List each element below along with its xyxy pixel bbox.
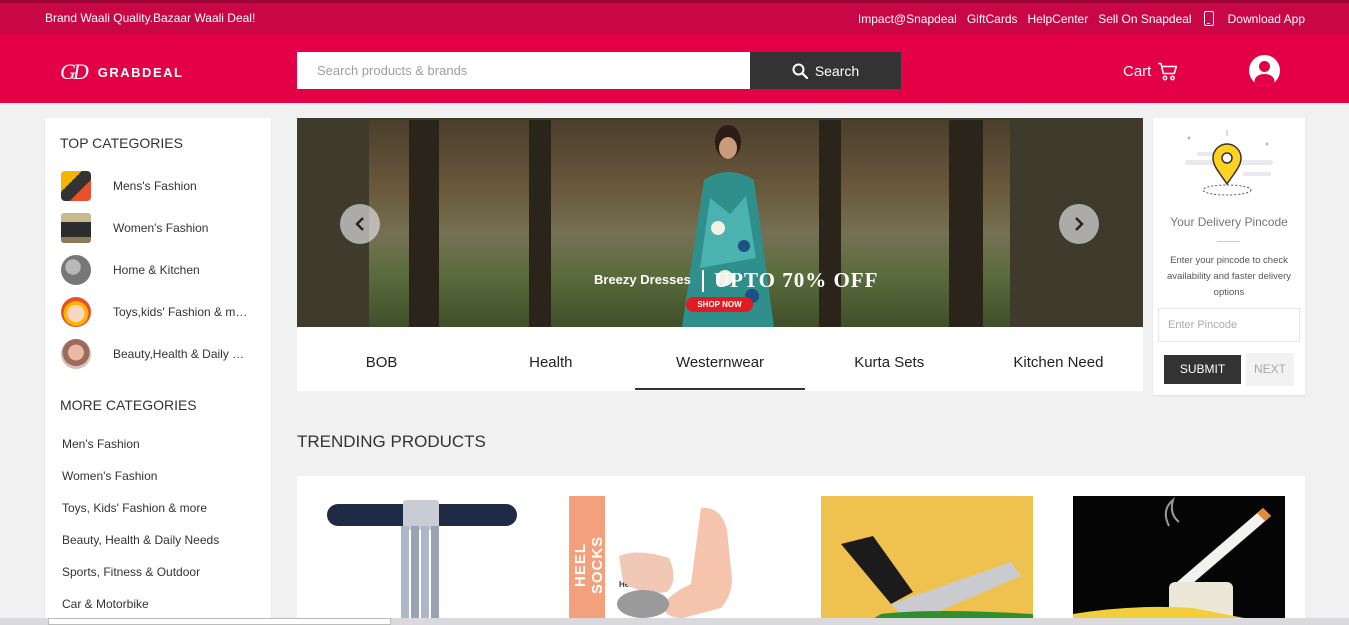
mobile-phone-icon bbox=[1203, 11, 1214, 26]
pincode-title: Your Delivery Pincode bbox=[1170, 215, 1288, 229]
more-category-item[interactable]: Women's Fashion bbox=[62, 469, 157, 483]
category-label: Toys,kids' Fashion & more bbox=[113, 305, 248, 319]
tab-bob[interactable]: BOB bbox=[297, 327, 466, 391]
product-image bbox=[1073, 496, 1285, 625]
category-tabs: BOB Health Westernwear Kurta Sets Kitche… bbox=[297, 327, 1143, 391]
more-category-item[interactable]: Toys, Kids' Fashion & more bbox=[62, 501, 207, 515]
chevron-right-icon bbox=[1075, 217, 1084, 231]
logo-text: GRABDEAL bbox=[97, 64, 184, 80]
mens-fashion-thumb bbox=[61, 171, 91, 201]
foot-sock-shape bbox=[617, 507, 732, 618]
category-beauty-health[interactable]: Beauty,Health & Daily Needs bbox=[61, 339, 261, 369]
product-card-kitchen-knife[interactable] bbox=[821, 496, 1033, 625]
top-links: Impact@Snapdeal GiftCards HelpCenter Sel… bbox=[858, 11, 1305, 26]
more-category-item[interactable]: Beauty, Health & Daily Needs bbox=[62, 533, 219, 547]
top-categories-heading: TOP CATEGORIES bbox=[60, 135, 183, 151]
logo-mark: GD bbox=[60, 59, 89, 84]
banner-divider bbox=[702, 270, 704, 292]
pillar-shape bbox=[409, 120, 439, 327]
tab-kitchen-need[interactable]: Kitchen Need bbox=[974, 327, 1143, 391]
horizontal-scrollbar[interactable] bbox=[0, 618, 1349, 625]
category-label: Mens's Fashion bbox=[113, 179, 197, 193]
heel-socks-side-banner: HEEL SOCKS bbox=[569, 496, 606, 625]
trending-products-strip: HEEL SOCKS Heel Pain bbox=[297, 476, 1305, 625]
site-logo[interactable]: GD GRABDEAL bbox=[60, 59, 183, 85]
pincode-divider bbox=[1217, 241, 1240, 242]
cart-label: Cart bbox=[1123, 63, 1152, 80]
delivery-pincode-panel: Your Delivery Pincode Enter your pincode… bbox=[1153, 118, 1305, 395]
cart-button[interactable]: Cart bbox=[1123, 62, 1178, 81]
download-app-link[interactable]: Download App bbox=[1228, 12, 1305, 26]
user-avatar-icon[interactable] bbox=[1249, 55, 1280, 86]
shop-now-button[interactable]: SHOP NOW bbox=[686, 297, 753, 312]
category-womens-fashion[interactable]: Women's Fashion bbox=[61, 213, 261, 243]
tab-westernwear[interactable]: Westernwear bbox=[635, 327, 805, 391]
carousel-prev-button[interactable] bbox=[340, 204, 380, 244]
top-strip: Brand Waali Quality.Bazaar Waali Deal! I… bbox=[0, 0, 1349, 34]
pincode-description: Enter your pincode to check availability… bbox=[1166, 255, 1292, 298]
pillar-shape bbox=[949, 120, 983, 327]
hero-banner[interactable]: Breezy Dresses UPTO 70% OFF SHOP NOW bbox=[297, 118, 1143, 327]
giftcards-link[interactable]: GiftCards bbox=[967, 12, 1018, 26]
category-home-kitchen[interactable]: Home & Kitchen bbox=[61, 255, 261, 285]
tagline: Brand Waali Quality.Bazaar Waali Deal! bbox=[45, 11, 256, 25]
pincode-submit-button[interactable]: SUBMIT bbox=[1164, 355, 1241, 384]
category-mens-fashion[interactable]: Mens's Fashion bbox=[61, 171, 261, 201]
tab-kurta-sets[interactable]: Kurta Sets bbox=[805, 327, 974, 391]
search-button[interactable]: Search bbox=[750, 52, 901, 89]
beauty-health-thumb bbox=[61, 339, 91, 369]
dress-model-figure bbox=[682, 125, 774, 327]
heel-socks-label: HEEL SOCKS bbox=[572, 535, 606, 595]
product-card-tummy-trimmer[interactable] bbox=[317, 496, 529, 625]
banner-offer: UPTO 70% OFF bbox=[714, 268, 879, 292]
trending-products-heading: TRENDING PRODUCTS bbox=[297, 432, 486, 451]
more-category-item[interactable]: Car & Motorbike bbox=[62, 597, 149, 611]
impact-link[interactable]: Impact@Snapdeal bbox=[858, 12, 957, 26]
carousel-next-button[interactable] bbox=[1059, 204, 1099, 244]
pillar-shape bbox=[529, 120, 551, 327]
cart-icon bbox=[1158, 62, 1178, 81]
category-label: Beauty,Health & Daily Needs bbox=[113, 347, 248, 361]
product-card-heel-socks[interactable]: HEEL SOCKS Heel Pain bbox=[569, 496, 781, 625]
more-category-item[interactable]: Sports, Fitness & Outdoor bbox=[62, 565, 200, 579]
pillar-shape bbox=[819, 120, 841, 327]
pincode-input[interactable] bbox=[1158, 308, 1300, 342]
location-pin-icon bbox=[1185, 130, 1273, 196]
search-button-label: Search bbox=[814, 62, 860, 79]
product-image bbox=[821, 496, 1033, 625]
sell-link[interactable]: Sell On Snapdeal bbox=[1098, 12, 1191, 26]
product-image bbox=[327, 500, 517, 625]
pincode-next-button[interactable]: NEXT bbox=[1246, 353, 1294, 386]
tab-health[interactable]: Health bbox=[466, 327, 635, 391]
category-label: Women's Fashion bbox=[113, 221, 209, 235]
search-icon bbox=[792, 63, 808, 79]
product-card-lighter[interactable] bbox=[1073, 496, 1285, 625]
home-kitchen-thumb bbox=[61, 255, 91, 285]
product-image: HEEL SOCKS Heel Pain bbox=[569, 496, 781, 625]
main-header: GD GRABDEAL Search Cart bbox=[0, 34, 1349, 103]
womens-fashion-thumb bbox=[61, 213, 91, 243]
toys-kids-thumb bbox=[61, 297, 91, 327]
helpcenter-link[interactable]: HelpCenter bbox=[1028, 12, 1089, 26]
search-input[interactable] bbox=[297, 52, 750, 89]
banner-caption: Breezy Dresses bbox=[594, 272, 691, 287]
more-categories-heading: MORE CATEGORIES bbox=[60, 397, 197, 413]
chevron-left-icon bbox=[355, 217, 364, 231]
category-sidebar: TOP CATEGORIES Mens's Fashion Women's Fa… bbox=[45, 118, 271, 625]
category-toys-kids[interactable]: Toys,kids' Fashion & more bbox=[61, 297, 261, 327]
scrollbar-thumb[interactable] bbox=[48, 618, 391, 625]
more-category-item[interactable]: Men's Fashion bbox=[62, 437, 140, 451]
category-label: Home & Kitchen bbox=[113, 263, 200, 277]
